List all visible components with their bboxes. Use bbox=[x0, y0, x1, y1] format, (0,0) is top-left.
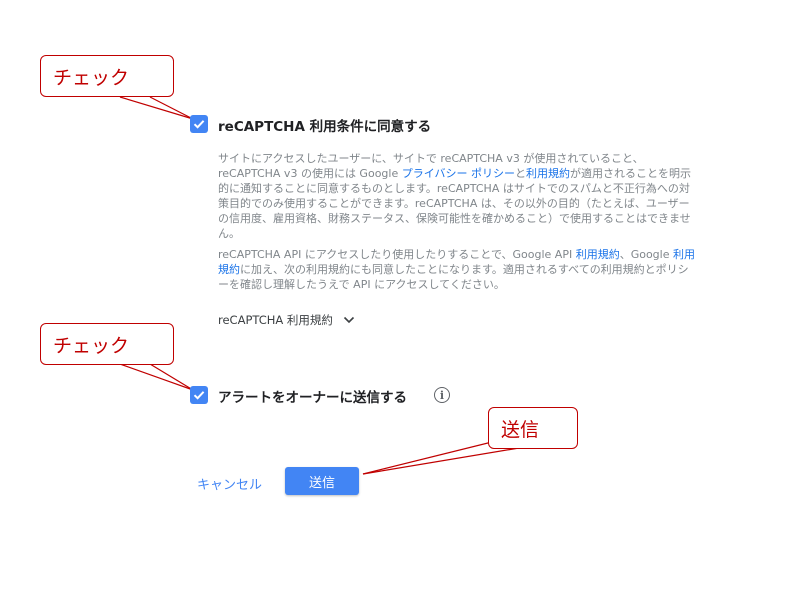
annotation-callout-text: チェック bbox=[53, 66, 130, 89]
terms-expander-label: reCAPTCHA 利用規約 bbox=[218, 313, 333, 327]
recaptcha-description-1: サイトにアクセスしたユーザーに、サイトで reCAPTCHA v3 が使用されて… bbox=[218, 151, 698, 241]
check-icon bbox=[193, 120, 205, 129]
info-icon[interactable]: i bbox=[434, 387, 450, 403]
owner-alert-label: アラートをオーナーに送信する bbox=[218, 390, 407, 406]
callout-3-arrow-b bbox=[362, 446, 526, 475]
annotation-callout-submit: 送信 bbox=[488, 407, 578, 449]
description-text: と bbox=[515, 167, 527, 180]
check-icon bbox=[193, 391, 205, 400]
submit-button[interactable]: 送信 bbox=[285, 467, 359, 495]
cancel-button[interactable]: キャンセル bbox=[197, 474, 262, 493]
annotation-callout-text: 送信 bbox=[501, 418, 540, 441]
description-text: reCAPTCHA API にアクセスしたり使用したりすることで、Google … bbox=[218, 248, 576, 261]
recaptcha-description-2: reCAPTCHA API にアクセスしたり使用したりすることで、Google … bbox=[218, 247, 698, 292]
privacy-policy-link[interactable]: プライバシー ポリシー bbox=[402, 167, 515, 180]
submit-button-label: 送信 bbox=[308, 475, 335, 491]
callout-3-arrow bbox=[362, 439, 501, 475]
recaptcha-consent-label: reCAPTCHA 利用条件に同意する bbox=[218, 119, 432, 135]
google-api-terms-link[interactable]: 利用規約 bbox=[576, 248, 620, 261]
recaptcha-terms-expander[interactable]: reCAPTCHA 利用規約 bbox=[218, 312, 355, 328]
recaptcha-consent-checkbox[interactable] bbox=[190, 115, 208, 133]
annotation-callout-check-2: チェック bbox=[40, 323, 174, 365]
chevron-down-icon bbox=[343, 316, 355, 324]
description-text: 、Google bbox=[619, 248, 673, 261]
terms-of-service-link[interactable]: 利用規約 bbox=[526, 167, 570, 180]
annotation-callout-check-1: チェック bbox=[40, 55, 174, 97]
description-text: に加え、次の利用規約にも同意したことになります。適用されるすべての利用規約とポリ… bbox=[218, 263, 689, 291]
owner-alert-checkbox[interactable] bbox=[190, 386, 208, 404]
annotation-callout-text: チェック bbox=[53, 334, 130, 357]
